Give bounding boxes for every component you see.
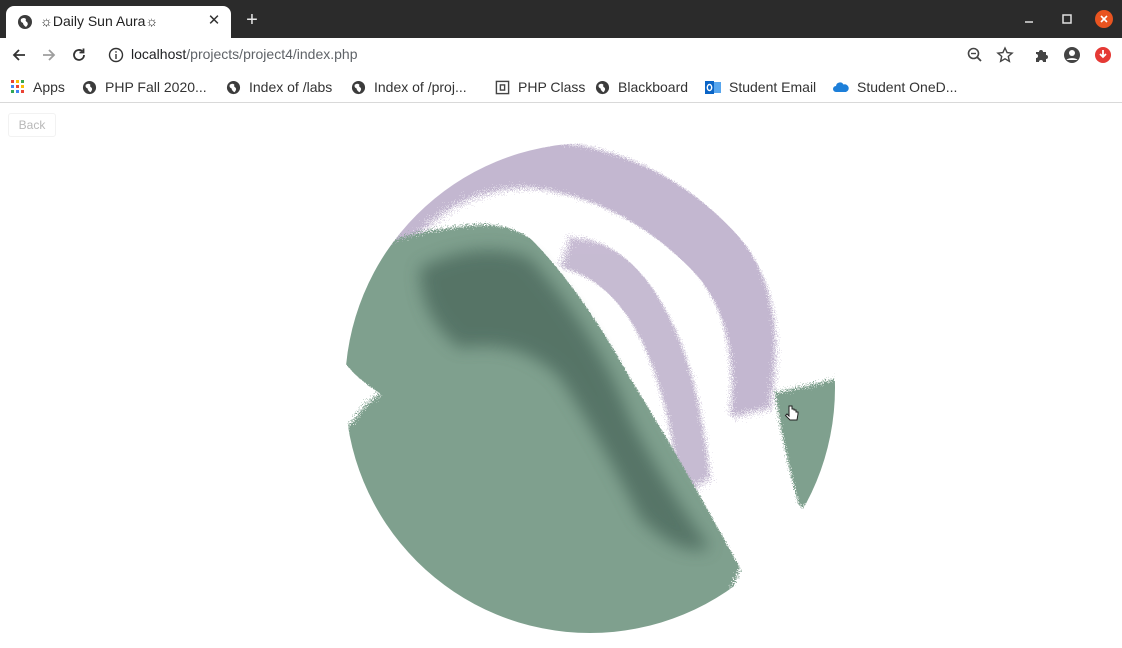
aura-green-slice (775, 378, 835, 508)
window-close-icon[interactable] (1095, 10, 1113, 28)
bookmark-label: PHP Fall 2020... (105, 79, 207, 95)
bookmark-label: PHP Class (518, 79, 586, 95)
bookmark-label: Blackboard (618, 79, 689, 95)
info-icon[interactable] (108, 47, 124, 63)
onedrive-icon (833, 82, 849, 92)
outlook-icon (705, 80, 721, 94)
tab-close-icon[interactable]: ✕ (205, 12, 223, 30)
bookmark-label: Index of /labs (249, 79, 333, 95)
bookmark-index-projects[interactable]: Index of /proj... (351, 78, 467, 96)
bookmark-label: Index of /proj... (374, 79, 467, 95)
reload-icon[interactable] (70, 46, 88, 64)
back-button[interactable]: Back (8, 113, 56, 137)
tab-title: ☼Daily Sun Aura☼ (40, 13, 159, 29)
document-icon (495, 80, 510, 94)
forward-arrow-icon[interactable] (40, 46, 58, 64)
bookmark-student-onedrive[interactable]: Student OneD... (833, 78, 957, 96)
bookmark-php-class[interactable]: PHP Class (495, 78, 585, 96)
bookmark-blackboard[interactable]: Blackboard (595, 78, 688, 96)
bookmarks-bar: Apps PHP Fall 2020... Index of /labs Ind… (0, 72, 1122, 103)
aura-shapes (345, 143, 835, 633)
maximize-icon[interactable] (1058, 10, 1076, 28)
page-content: Back (0, 103, 1122, 648)
url-host: localhost (131, 46, 187, 62)
zoom-icon[interactable] (966, 46, 984, 64)
url-text[interactable]: localhost/projects/project4/index.php (131, 46, 357, 62)
globe-icon (82, 80, 97, 94)
hand-cursor-icon (784, 405, 799, 421)
new-tab-button[interactable]: + (242, 10, 262, 30)
title-bar: ☼Daily Sun Aura☼ ✕ + (0, 0, 1122, 38)
profile-avatar-icon[interactable] (1063, 46, 1081, 64)
bookmark-star-icon[interactable] (996, 46, 1014, 64)
bookmark-student-email[interactable]: Student Email (705, 78, 816, 96)
bookmark-php-fall-2020[interactable]: PHP Fall 2020... (82, 78, 207, 96)
bookmark-index-labs[interactable]: Index of /labs (226, 78, 332, 96)
bookmark-label: Student Email (729, 79, 817, 95)
bookmark-label: Student OneD... (857, 79, 958, 95)
globe-icon (351, 80, 366, 94)
extensions-puzzle-icon[interactable] (1033, 46, 1051, 64)
browser-toolbar: localhost/projects/project4/index.php (0, 38, 1122, 72)
extension-red-icon[interactable] (1094, 46, 1112, 64)
bookmark-label: Apps (33, 79, 65, 95)
minimize-icon[interactable] (1021, 10, 1039, 28)
browser-tab[interactable]: ☼Daily Sun Aura☼ ✕ (6, 6, 231, 38)
globe-icon (595, 80, 610, 94)
globe-icon (226, 80, 241, 94)
sun-aura-canvas[interactable] (300, 118, 860, 648)
apps-grid-icon (11, 80, 24, 93)
bookmark-apps[interactable]: Apps (11, 78, 65, 96)
url-path: /projects/project4/index.php (186, 46, 358, 62)
back-arrow-icon[interactable] (10, 46, 28, 64)
globe-icon (18, 15, 32, 29)
